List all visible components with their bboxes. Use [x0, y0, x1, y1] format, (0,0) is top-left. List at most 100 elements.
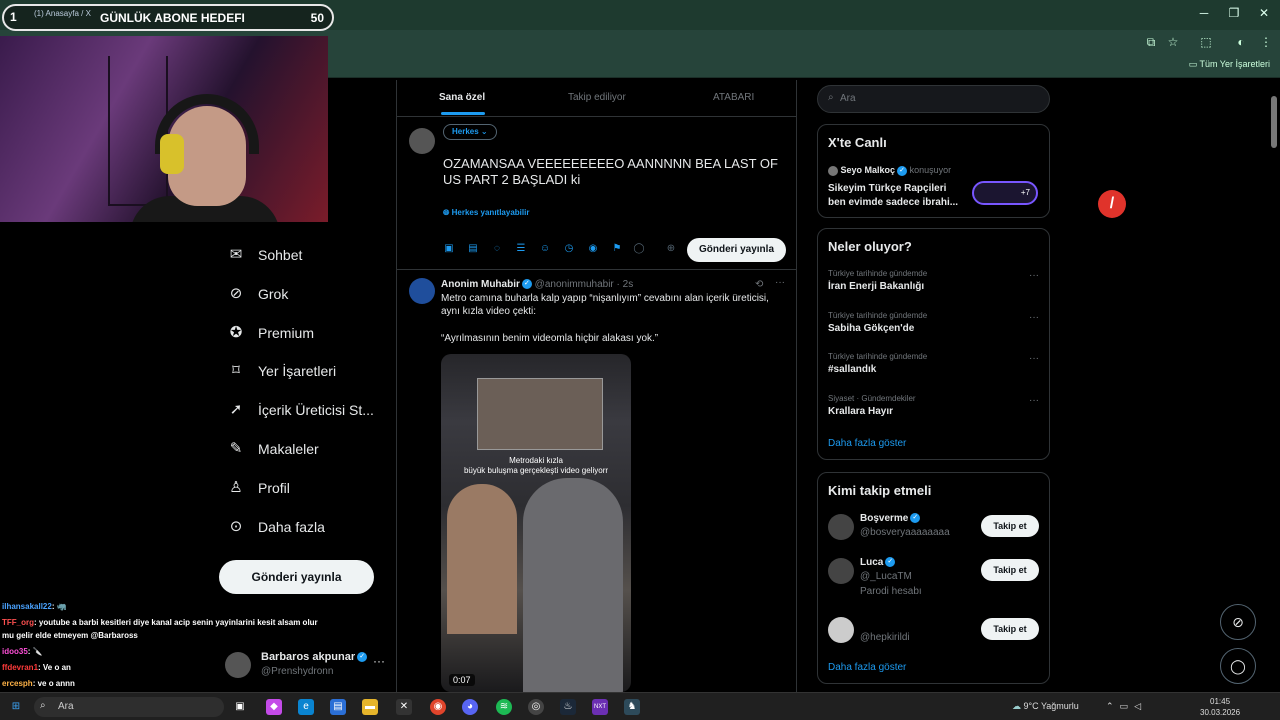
account-switcher[interactable]: Barbaros akpunar ✓ @Prenshydronn ···	[225, 650, 395, 682]
system-tray[interactable]: ⌃▭◁	[1106, 701, 1147, 712]
scrollbar[interactable]	[1270, 82, 1278, 692]
audience-selector[interactable]: Herkes ⌄	[443, 124, 497, 140]
weather-widget[interactable]: ☁︎ 9°C Yağmurlu	[1012, 701, 1079, 712]
sidebar-item[interactable]: ♙ Profil	[228, 473, 290, 503]
follow-button[interactable]: Takip et	[981, 618, 1039, 640]
follow-name[interactable]: Boşverme ✓	[860, 513, 921, 524]
sidebar-item[interactable]: ✪ Premium	[228, 318, 314, 348]
taskbar-search[interactable]: ⌕ Ara	[34, 697, 224, 717]
clock[interactable]: 01:45 30.03.2026	[1200, 696, 1240, 718]
avatar[interactable]	[828, 514, 854, 540]
grok-float-button[interactable]: ⊘	[1220, 604, 1256, 640]
poll-icon[interactable]: ☰	[515, 243, 527, 255]
char-progress-icon: ◯	[633, 243, 645, 254]
follow-handle[interactable]: @hepkirildi	[860, 632, 910, 643]
obs-icon[interactable]: ◎	[528, 699, 544, 715]
copilot-icon[interactable]: ◆	[266, 699, 282, 715]
tweet-video[interactable]: Metrodaki kızla büyük buluşma gerçekleşt…	[441, 354, 631, 692]
next-app-icon[interactable]: NXT	[592, 699, 608, 715]
sidebar-item[interactable]: ✎ Makaleler	[228, 434, 319, 464]
follow-button[interactable]: Takip et	[981, 559, 1039, 581]
grok-icon[interactable]: ⟲	[755, 279, 763, 290]
grok-icon[interactable]: ◌	[491, 243, 503, 255]
follow-button[interactable]: Takip et	[981, 515, 1039, 537]
restore-icon[interactable]: ❐	[1226, 6, 1242, 22]
profile-avatar-icon[interactable]: ◐	[1233, 35, 1249, 51]
follow-show-more[interactable]: Daha fazla göster	[828, 662, 906, 673]
scrollbar-thumb[interactable]	[1271, 96, 1277, 148]
browser-tab-title[interactable]: (1) Anasayfa / X	[34, 9, 91, 18]
schedule-icon[interactable]: ◷	[563, 243, 575, 255]
live-host[interactable]: Seyo Malkoç ✓ konuşuyor	[828, 165, 951, 176]
follow-handle[interactable]: @bosveryaaaaaaaa	[860, 527, 950, 538]
minimize-icon[interactable]: ─	[1196, 6, 1212, 22]
chat-username[interactable]: ilhansakall22	[2, 602, 52, 611]
chat-username[interactable]: ffdevran1	[2, 663, 38, 672]
menu-dots-icon[interactable]: ⋮	[1258, 35, 1274, 51]
discord-icon[interactable]: ◕	[462, 699, 478, 715]
add-icon[interactable]: ⊕	[665, 243, 677, 255]
tab-atabari[interactable]: ATABARI	[713, 92, 754, 103]
chat-message: mu gelir elde etmeyem @Barbaross	[2, 631, 138, 641]
more-icon[interactable]: ···	[1029, 395, 1039, 406]
star-icon[interactable]: ☆	[1165, 35, 1181, 51]
image-icon[interactable]: ▣	[443, 243, 455, 255]
avatar[interactable]	[828, 617, 854, 643]
sidebar-item[interactable]: ⌑ Yer İşaretleri	[228, 356, 336, 386]
xbox-icon[interactable]: ✕	[396, 699, 412, 715]
game-icon[interactable]: ♞	[624, 699, 640, 715]
chrome-icon[interactable]: ◉	[430, 699, 446, 715]
more-icon[interactable]: ···	[1029, 353, 1039, 364]
send-post-button[interactable]: Gönderi yayınla	[687, 238, 786, 262]
search-input[interactable]: ⌕ Ara	[817, 85, 1050, 113]
live-listeners-badge[interactable]: +7	[972, 181, 1038, 205]
chat-username[interactable]: idoo35	[2, 647, 28, 656]
more-icon[interactable]: ···	[775, 277, 785, 288]
store-icon[interactable]: ▤	[330, 699, 346, 715]
grok-logo-icon: /	[1098, 190, 1126, 218]
tweet-handle[interactable]: @anonimmuhabir · 2s	[535, 279, 634, 290]
task-view-icon[interactable]: ▣	[232, 699, 248, 715]
compose-text-input[interactable]: OZAMANSAA VEEEEEEEEEO AANNNNN BEA LAST O…	[443, 156, 783, 188]
more-icon[interactable]: ···	[1029, 270, 1039, 281]
follow-handle[interactable]: @_LucaTM	[860, 571, 912, 582]
steam-icon[interactable]: ♨	[560, 699, 576, 715]
live-topic[interactable]: Sikeyim Türkçe Rapçileri ben evimde sade…	[828, 182, 958, 210]
file-explorer-icon[interactable]: ▬	[362, 699, 378, 715]
sidebar-item[interactable]: ✉ Sohbet	[228, 240, 303, 270]
trend-title[interactable]: İran Enerji Bakanlığı	[828, 281, 924, 292]
sidebar-item[interactable]: ⊙ Daha fazla	[228, 512, 325, 542]
extensions-icon[interactable]: ⬚	[1198, 35, 1214, 51]
trends-show-more[interactable]: Daha fazla göster	[828, 438, 906, 449]
follow-name[interactable]: Luca ✓	[860, 557, 896, 568]
sidebar-item[interactable]: ⊘ Grok	[228, 279, 289, 309]
chat-message: ercesph: ve o annn	[2, 679, 75, 689]
messages-float-button[interactable]: ◯	[1220, 648, 1256, 684]
tab-for-you[interactable]: Sana özel	[439, 92, 485, 103]
gif-icon[interactable]: ▤	[467, 243, 479, 255]
tweet-author[interactable]: Anonim Muhabir	[441, 279, 520, 290]
more-icon[interactable]: ···	[373, 654, 385, 668]
cast-icon[interactable]: ⧉	[1143, 35, 1159, 51]
trend-title[interactable]: Krallara Hayır	[828, 406, 893, 417]
windows-start-icon[interactable]: ⊞	[8, 699, 24, 715]
trend-title[interactable]: Sabiha Gökçen'de	[828, 323, 914, 334]
more-icon[interactable]: ···	[1029, 312, 1039, 323]
close-icon[interactable]: ✕	[1256, 6, 1272, 22]
spotify-icon[interactable]: ≋	[496, 699, 512, 715]
emoji-icon[interactable]: ☺	[539, 243, 551, 255]
tab-following[interactable]: Takip ediliyor	[568, 92, 626, 103]
sidebar-item[interactable]: ➚ İçerik Üreticisi St...	[228, 395, 374, 425]
edge-icon[interactable]: e	[298, 699, 314, 715]
chat-username[interactable]: ercesph	[2, 679, 33, 688]
avatar[interactable]	[828, 558, 854, 584]
post-button[interactable]: Gönderi yayınla	[219, 560, 374, 594]
location-icon[interactable]: ◉	[587, 243, 599, 255]
account-handle: @Prenshydronn	[261, 666, 334, 677]
trend-title[interactable]: #sallandık	[828, 364, 876, 375]
chat-text: : 🦏	[51, 602, 67, 611]
bookmarks-folder[interactable]: ▭ Tüm Yer İşaretleri	[1189, 59, 1270, 70]
reply-setting[interactable]: 🌐︎ Herkes yanıtlayabilir	[443, 208, 529, 218]
flag-icon[interactable]: ⚑	[611, 243, 623, 255]
chat-username[interactable]: TFF_org	[2, 618, 34, 627]
